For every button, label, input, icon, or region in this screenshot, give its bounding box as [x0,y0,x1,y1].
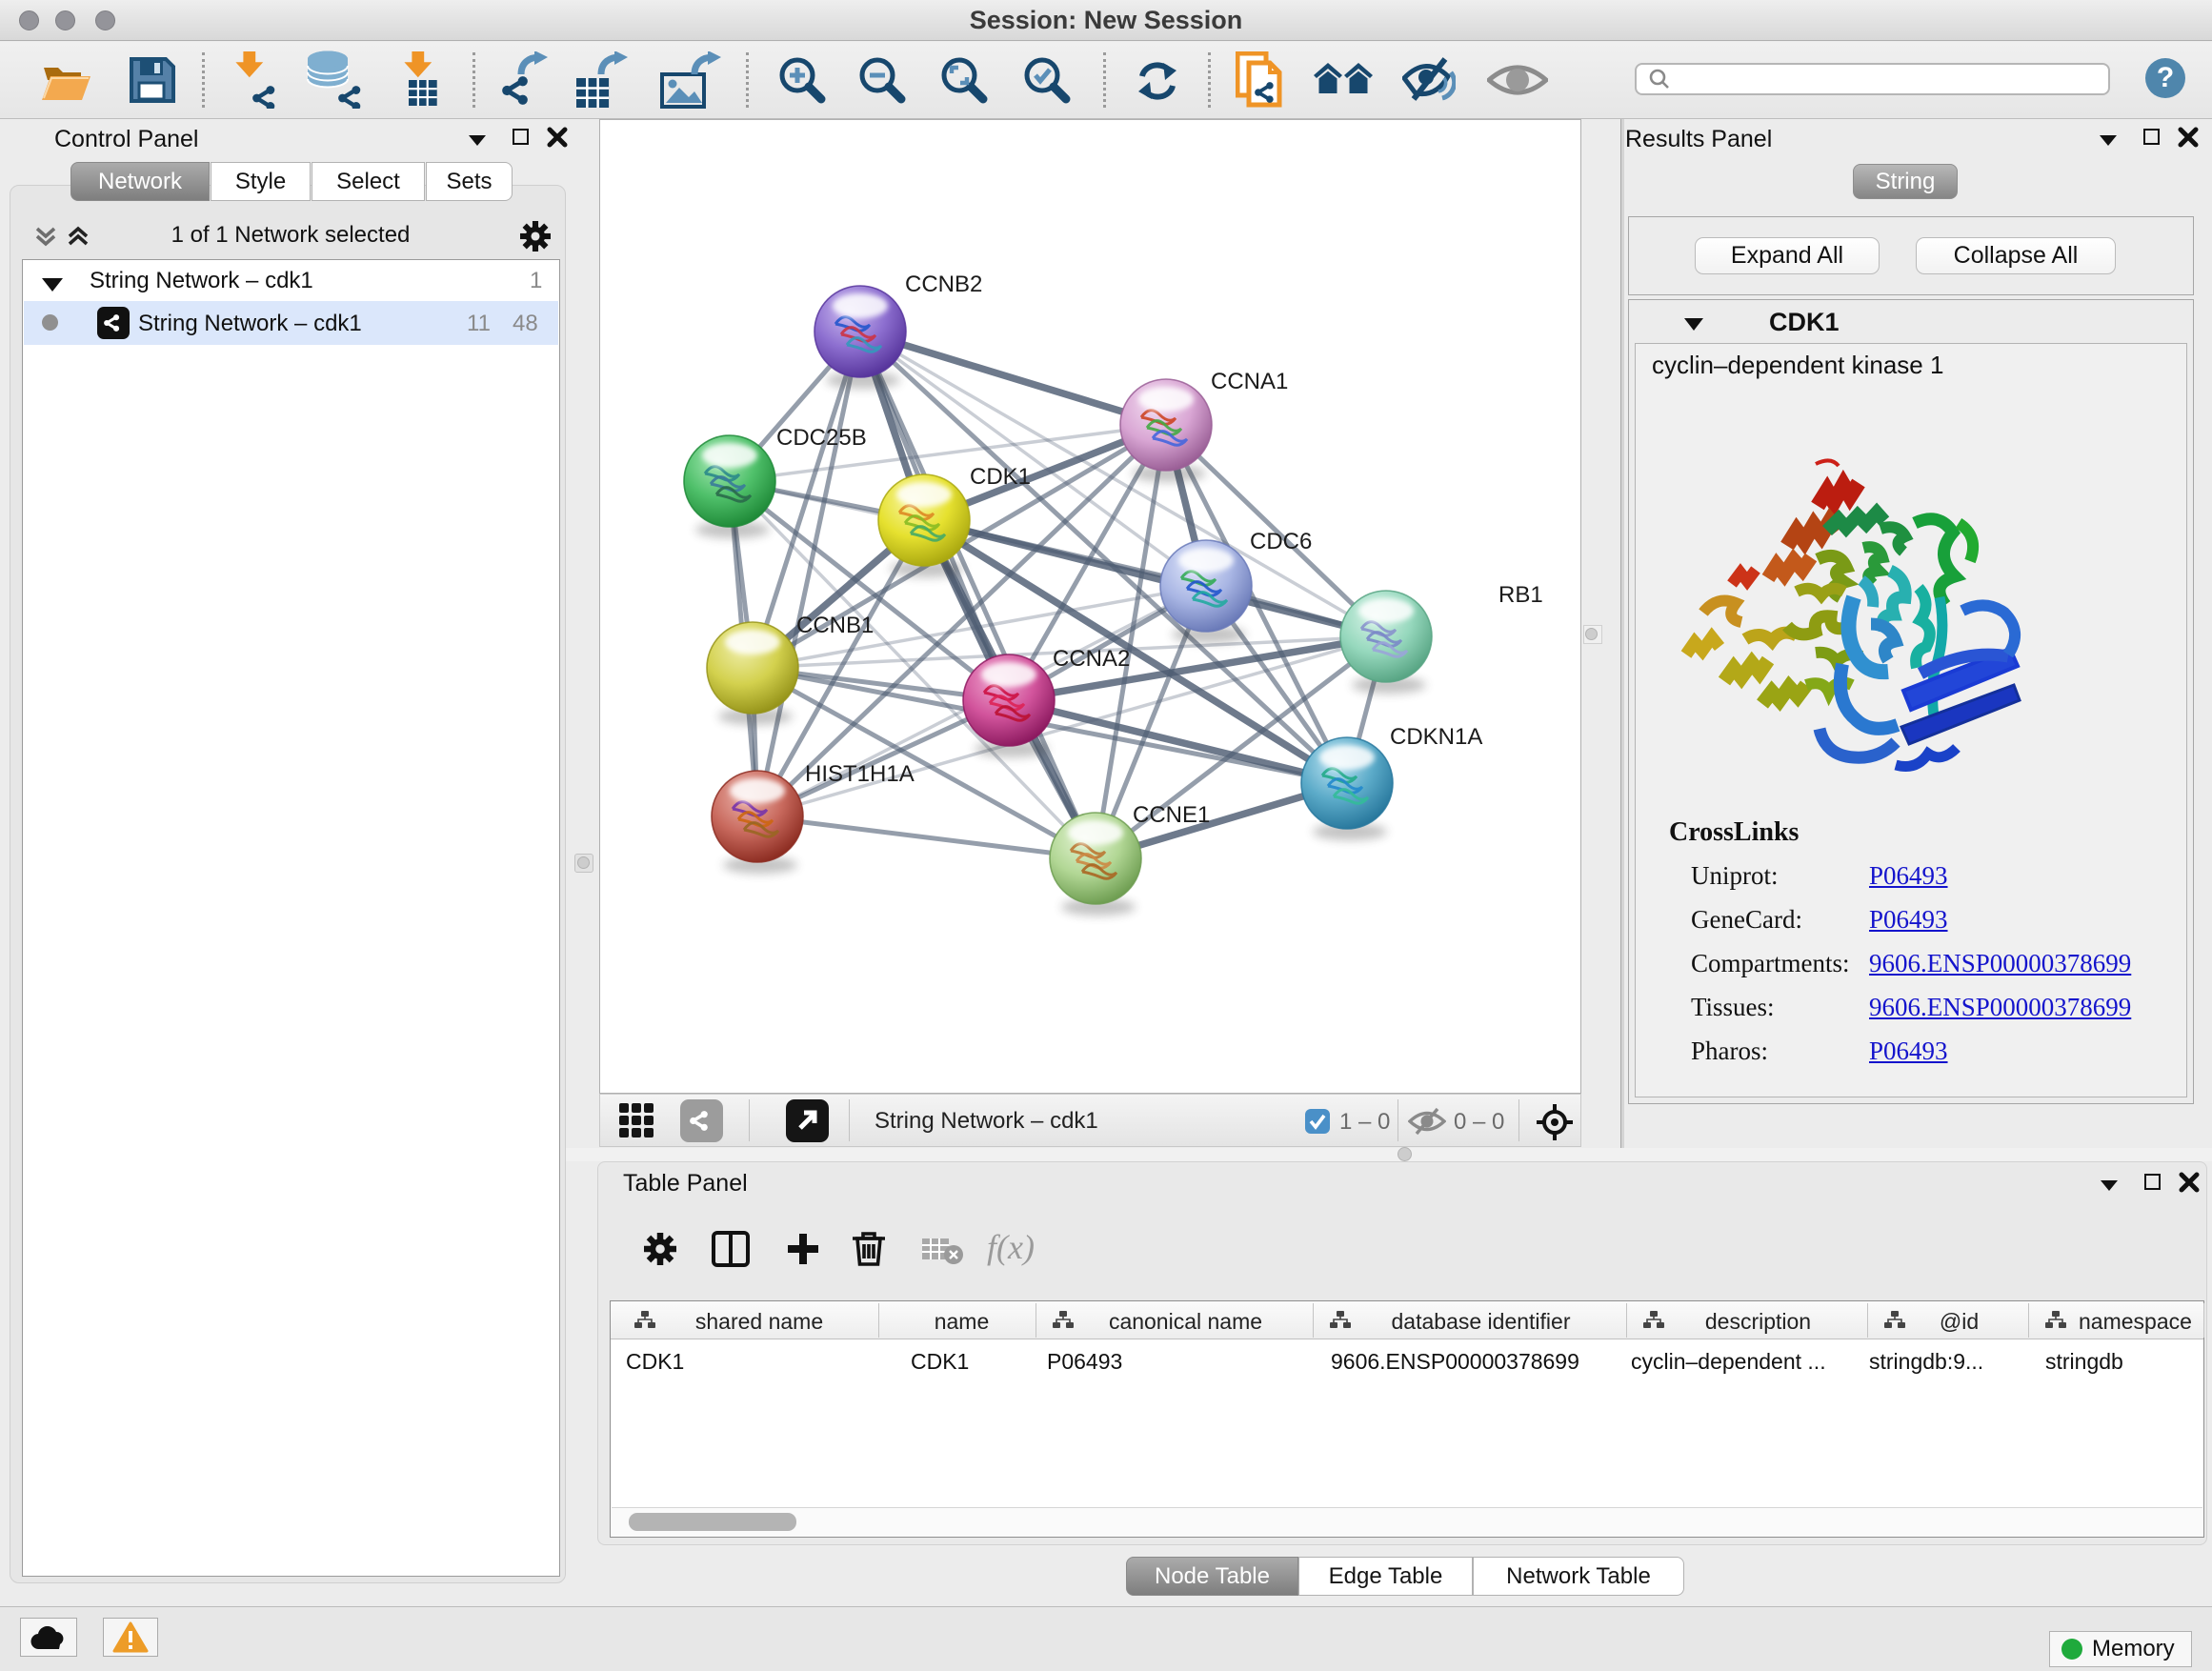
svg-text:CCNA1: CCNA1 [1211,369,1288,394]
svg-text:CDK1: CDK1 [970,464,1031,490]
svg-text:HIST1H1A: HIST1H1A [805,761,915,787]
svg-text:CCNB1: CCNB1 [796,613,874,638]
svg-text:CDKN1A: CDKN1A [1390,724,1482,750]
svg-text:CCNE1: CCNE1 [1133,802,1210,828]
svg-text:CCNA2: CCNA2 [1053,646,1130,672]
svg-text:CCNB2: CCNB2 [905,272,982,297]
svg-text:RB1: RB1 [1498,582,1543,608]
svg-text:CDC6: CDC6 [1250,529,1312,554]
svg-text:CDC25B: CDC25B [776,425,867,451]
